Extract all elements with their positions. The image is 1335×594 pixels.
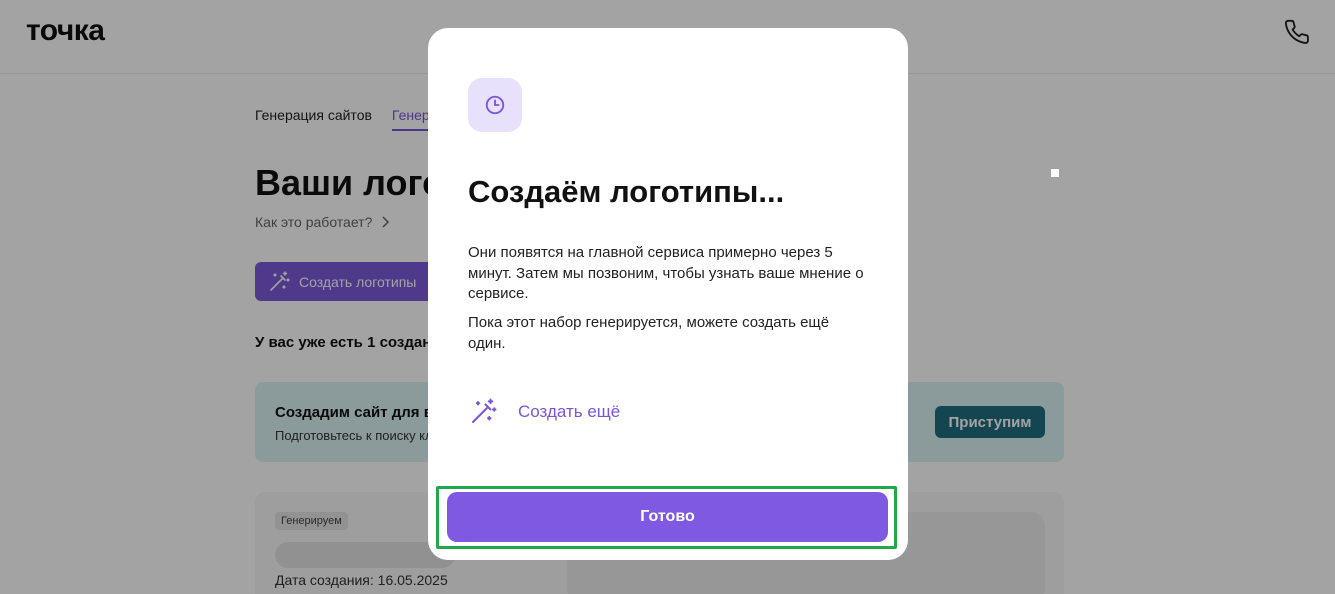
magic-wand-icon <box>472 398 497 423</box>
create-more-link[interactable]: Создать ещё <box>468 397 620 427</box>
create-more-label: Создать ещё <box>518 402 621 421</box>
modal-hint: Пока этот набор генерируется, можете соз… <box>468 314 830 352</box>
generation-modal: Создаём логотипы... Они появятся на глав… <box>428 28 908 560</box>
modal-description: Они появятся на главной сервиса примерно… <box>468 244 864 302</box>
done-button[interactable]: Готово <box>447 492 888 542</box>
cursor-marker <box>1051 169 1059 177</box>
clock-icon <box>485 95 505 115</box>
clock-icon-container <box>468 78 522 132</box>
modal-title: Создаём логотипы... <box>468 174 785 209</box>
